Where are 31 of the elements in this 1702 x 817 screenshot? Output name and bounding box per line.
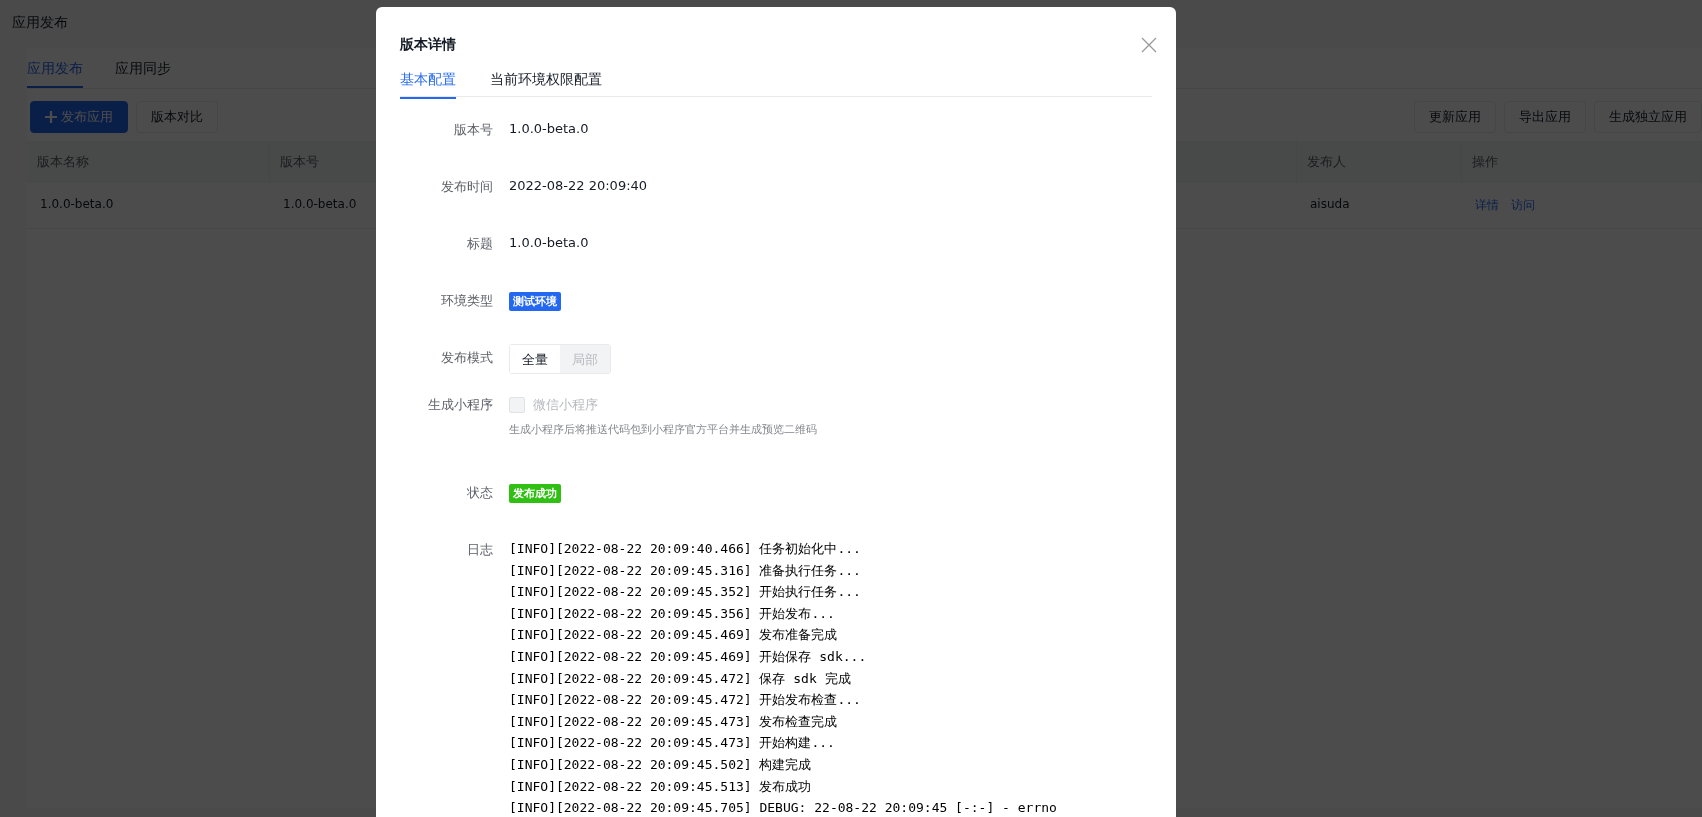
log-line: [INFO][2022-08-22 20:09:40.466] 任务初始化中... [509, 540, 862, 558]
action-link[interactable]: 详情 [1475, 197, 1499, 214]
field-label: 环境类型 [440, 292, 493, 310]
status-tag: 发布成功 [509, 484, 561, 503]
log-line: [INFO][2022-08-22 20:09:45.472] 保存 sdk 完成 [509, 669, 852, 688]
log-line: [INFO][2022-08-22 20:09:45.705] DEBUG: 22-08-22 20:09:45 [-:-] - errno [509, 799, 1057, 817]
log-line: [INFO][2022-08-22 20:09:45.316] 准备执行任务... [509, 561, 862, 580]
status-tag: 测试环境 [509, 292, 561, 311]
field-label: 版本号 [453, 121, 493, 139]
log-line: [INFO][2022-08-22 20:09:45.513] 发布成功 [509, 777, 813, 796]
page-title: 应用发布 [12, 14, 68, 32]
log-line: [INFO][2022-08-22 20:09:45.352] 开始执行任务... [509, 583, 862, 602]
field-value: 1.0.0-beta.0 [509, 121, 589, 136]
dialog-title: 版本详情 [400, 36, 456, 54]
field-label: 生成小程序 [427, 396, 493, 414]
tab[interactable]: 当前环境权限配置 [490, 59, 602, 99]
hint-text: 生成小程序后将推送代码包到小程序官方平台并生成预览二维码 [509, 422, 817, 437]
log-line: [INFO][2022-08-22 20:09:45.472] 开始发布检查... [509, 691, 862, 710]
field-value: 1.0.0-beta.0 [509, 235, 589, 250]
close-button[interactable] [1140, 36, 1158, 54]
log-line: [INFO][2022-08-22 20:09:45.502] 构建完成 [509, 755, 813, 774]
tab[interactable]: 基本配置 [400, 59, 456, 99]
field-label: 状态 [466, 484, 493, 502]
log-line: [INFO][2022-08-22 20:09:45.469] 开始保存 sdk... [509, 647, 868, 666]
log-line: [INFO][2022-08-22 20:09:45.473] 开始构建... [509, 734, 836, 753]
field-label: 发布模式 [440, 349, 493, 367]
field-label: 标题 [466, 235, 493, 253]
log-line: [INFO][2022-08-22 20:09:45.469] 发布准备完成 [509, 626, 839, 645]
field-label: 日志 [466, 541, 493, 559]
log-line: [INFO][2022-08-22 20:09:45.356] 开始发布... [509, 604, 836, 623]
log-line: [INFO][2022-08-22 20:09:45.473] 发布检查完成 [509, 712, 839, 731]
